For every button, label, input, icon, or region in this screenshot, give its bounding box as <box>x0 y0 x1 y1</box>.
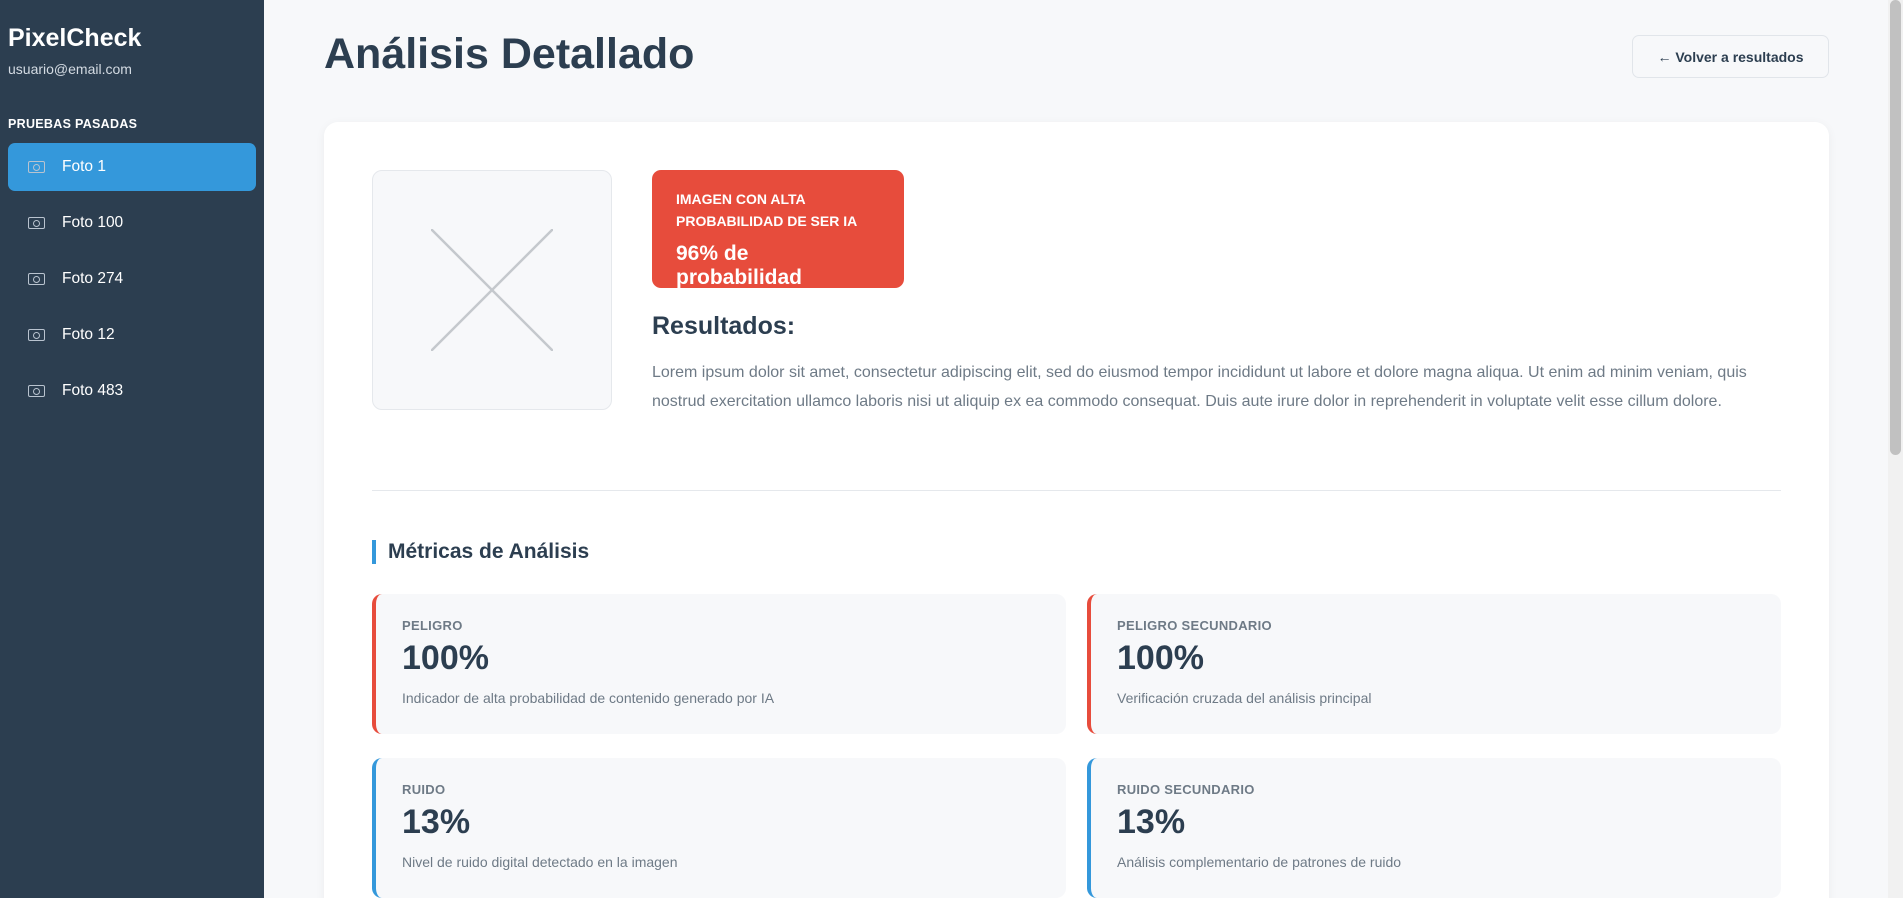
divider <box>372 490 1781 491</box>
camera-icon <box>28 273 62 285</box>
sidebar-item-label: Foto 12 <box>62 326 115 343</box>
sidebar-item-foto-100[interactable]: Foto 100 <box>8 199 256 247</box>
sidebar-item-foto-274[interactable]: Foto 274 <box>8 255 256 303</box>
metric-description: Indicador de alta probabilidad de conten… <box>402 690 775 706</box>
metric-label: PELIGRO <box>402 618 463 633</box>
sidebar-item-foto-12[interactable]: Foto 12 <box>8 311 256 359</box>
sidebar-item-label: Foto 274 <box>62 270 124 287</box>
metric-label: RUIDO SECUNDARIO <box>1117 782 1255 797</box>
camera-icon <box>28 161 62 173</box>
metric-value: 13% <box>1117 803 1186 841</box>
sidebar-item-label: Foto 1 <box>62 158 106 175</box>
app-logo[interactable]: PixelCheck <box>8 24 256 53</box>
metric-description: Análisis complementario de patrones de r… <box>1117 854 1402 870</box>
verdict-badge: IMAGEN CON ALTA PROBABILIDAD DE SER IA 9… <box>652 170 904 289</box>
metric-description: Verificación cruzada del análisis princi… <box>1117 690 1372 706</box>
scrollbar-thumb[interactable] <box>1890 0 1901 455</box>
sidebar-item-label: Foto 100 <box>62 214 124 231</box>
camera-icon <box>28 329 62 341</box>
page-title: Análisis Detallado <box>324 30 695 78</box>
scrollbar[interactable] <box>1888 0 1903 898</box>
sidebar-item-label: Foto 483 <box>62 382 124 399</box>
user-email: usuario@email.com <box>8 61 132 77</box>
verdict-label: IMAGEN CON ALTA PROBABILIDAD DE SER IA <box>676 191 858 229</box>
results-title: Resultados: <box>652 312 796 340</box>
metric-card-peligro-secundario: PELIGRO SECUNDARIO 100% Verificación cru… <box>1087 594 1781 734</box>
metrics-title: Métricas de Análisis <box>372 540 589 564</box>
camera-icon <box>28 217 62 229</box>
analysis-card: IMAGEN CON ALTA PROBABILIDAD DE SER IA 9… <box>324 122 1829 898</box>
verdict-probability: 96% de probabilidad <box>676 242 802 289</box>
metric-label: RUIDO <box>402 782 446 797</box>
sidebar-item-foto-483[interactable]: Foto 483 <box>8 367 256 415</box>
image-thumbnail[interactable] <box>372 170 612 410</box>
metric-card-ruido-secundario: RUIDO SECUNDARIO 13% Análisis complement… <box>1087 758 1781 898</box>
results-text: Lorem ipsum dolor sit amet, consectetur … <box>652 364 1747 410</box>
back-to-results-button[interactable]: ← Volver a resultados <box>1632 35 1829 78</box>
metric-description: Nivel de ruido digital detectado en la i… <box>402 854 678 870</box>
metric-value: 13% <box>402 803 471 841</box>
image-placeholder-icon <box>431 229 553 351</box>
sidebar-item-foto-1[interactable]: Foto 1 <box>8 143 256 191</box>
metric-card-ruido: RUIDO 13% Nivel de ruido digital detecta… <box>372 758 1066 898</box>
sidebar: PixelCheck usuario@email.com PRUEBAS PAS… <box>0 0 264 898</box>
metric-label: PELIGRO SECUNDARIO <box>1117 618 1272 633</box>
metric-value: 100% <box>402 639 489 677</box>
metric-card-peligro: PELIGRO 100% Indicador de alta probabili… <box>372 594 1066 734</box>
sidebar-section-title: PRUEBAS PASADAS <box>8 117 138 131</box>
metric-value: 100% <box>1117 639 1204 677</box>
camera-icon <box>28 385 62 397</box>
